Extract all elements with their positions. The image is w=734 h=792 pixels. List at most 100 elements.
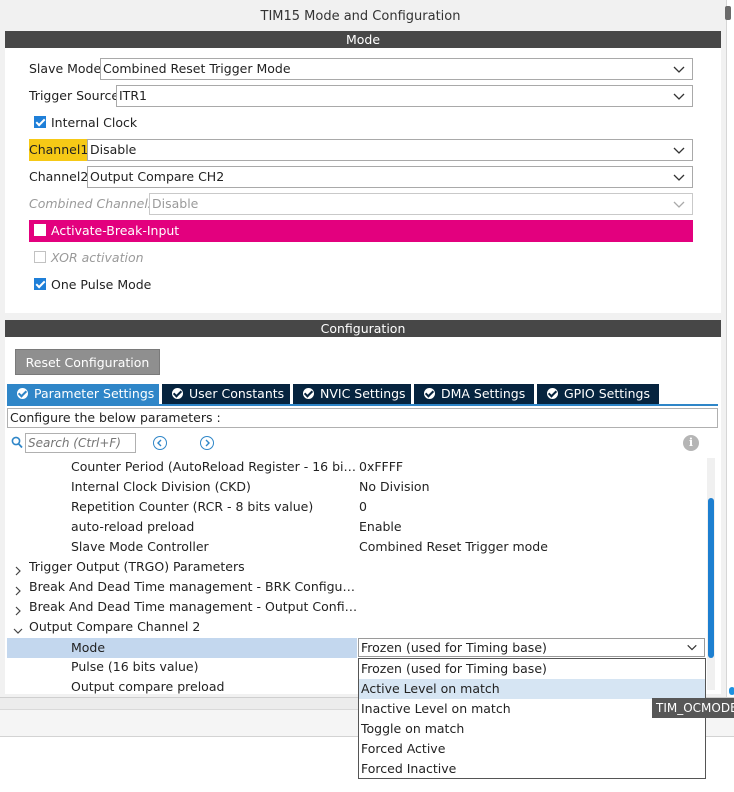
tooltip: TIM_OCMODE [652, 698, 734, 718]
trigger-source-select[interactable]: ITR1 [116, 85, 693, 107]
table-row[interactable]: Counter Period (AutoReload Register - 16… [7, 457, 707, 477]
right-edge [727, 0, 734, 697]
chevron-right-icon [13, 582, 23, 596]
trigger-source-value: ITR1 [119, 88, 147, 103]
params-scrollbar-thumb[interactable] [708, 498, 714, 658]
mode-section-header: Mode [5, 31, 721, 48]
trigger-source-label: Trigger Source [29, 88, 120, 103]
channel1-select[interactable]: Disable [87, 139, 693, 161]
combined-channels-label: Combined Channels [29, 196, 155, 211]
checkbox-unchecked-icon [34, 224, 46, 236]
group-trigger-output[interactable]: Trigger Output (TRGO) Parameters [7, 557, 707, 577]
search-icon [11, 436, 23, 449]
search-input[interactable] [25, 433, 136, 453]
slave-mode-select[interactable]: Combined Reset Trigger Mode [100, 58, 693, 80]
tab-nvic-settings[interactable]: NVIC Settings [293, 384, 411, 404]
group-label: Break And Dead Time management - Output … [29, 599, 359, 614]
chevron-down-icon [672, 143, 686, 157]
channel1-value: Disable [90, 142, 137, 157]
chevron-right-icon [13, 562, 23, 576]
checkbox-checked-icon [34, 278, 46, 290]
param-name: Repetition Counter (RCR - 8 bits value) [71, 499, 314, 514]
dropdown-option[interactable]: Forced Active [359, 739, 705, 759]
checkbox-unchecked-icon [34, 251, 46, 263]
channel1-label: Channel1 [29, 139, 90, 161]
chevron-down-icon [686, 641, 700, 655]
chevron-down-icon [13, 622, 23, 634]
table-row-selected[interactable]: Mode [7, 638, 357, 658]
param-value: 0xFFFF [359, 459, 404, 474]
chevron-down-icon [672, 62, 686, 76]
chevron-down-icon [672, 89, 686, 103]
table-row[interactable]: Repetition Counter (RCR - 8 bits value) … [7, 497, 707, 517]
info-icon[interactable]: i [683, 435, 699, 451]
one-pulse-mode-checkbox[interactable]: One Pulse Mode [34, 274, 151, 296]
scroll-indicator [729, 687, 734, 695]
tab-label: Parameter Settings [34, 386, 155, 401]
param-name: Pulse (16 bits value) [71, 659, 199, 674]
chevron-down-icon [672, 197, 686, 211]
oc-mode-select[interactable]: Frozen (used for Timing base) [358, 638, 705, 657]
configure-parameters-text: Configure the below parameters : [7, 408, 718, 428]
param-value: 0 [359, 499, 367, 514]
group-output-configuration[interactable]: Break And Dead Time management - Output … [7, 597, 707, 617]
param-value: Enable [359, 519, 402, 534]
tab-label: GPIO Settings [564, 386, 650, 401]
check-circle-icon [17, 388, 28, 399]
table-row[interactable]: Slave Mode Controller Combined Reset Tri… [7, 537, 707, 557]
oc-mode-dropdown-list: Frozen (used for Timing base) Active Lev… [358, 658, 706, 779]
tab-gpio-settings[interactable]: GPIO Settings [537, 384, 659, 404]
checkbox-checked-icon [34, 116, 46, 128]
search-next-icon[interactable] [200, 436, 214, 450]
combined-channels-value: Disable [152, 196, 199, 211]
group-label: Output Compare Channel 2 [29, 619, 201, 634]
check-circle-icon [547, 388, 558, 399]
internal-clock-checkbox[interactable]: Internal Clock [34, 112, 137, 134]
chevron-down-icon [672, 170, 686, 184]
xor-activation-label: XOR activation [51, 250, 144, 265]
param-name: Mode [71, 640, 106, 655]
tab-label: NVIC Settings [320, 386, 406, 401]
dropdown-option[interactable]: Toggle on match [359, 719, 705, 739]
search-previous-icon[interactable] [153, 436, 167, 450]
channel2-label: Channel2 [29, 169, 89, 184]
tab-parameter-settings[interactable]: Parameter Settings [7, 384, 159, 404]
tab-user-constants[interactable]: User Constants [162, 384, 290, 404]
one-pulse-mode-label: One Pulse Mode [51, 277, 152, 292]
param-name: Counter Period (AutoReload Register - 16… [71, 459, 359, 474]
activate-break-input-checkbox[interactable]: Activate-Break-Input [29, 220, 693, 242]
configuration-section-header: Configuration [5, 320, 721, 337]
group-output-compare-channel-2[interactable]: Output Compare Channel 2 [7, 617, 707, 637]
group-brk-configuration[interactable]: Break And Dead Time management - BRK Con… [7, 577, 707, 597]
param-name: auto-reload preload [71, 519, 195, 534]
tab-underline [7, 404, 718, 406]
combined-channels-select: Disable [149, 193, 693, 215]
table-row[interactable]: Internal Clock Division (CKD) No Divisio… [7, 477, 707, 497]
table-row[interactable]: Output compare preload [7, 677, 357, 694]
chevron-right-icon [13, 602, 23, 616]
reset-configuration-button[interactable]: Reset Configuration [15, 349, 160, 375]
param-name: Internal Clock Division (CKD) [71, 479, 251, 494]
dropdown-option-hovered[interactable]: Active Level on match [359, 679, 705, 699]
channel2-select[interactable]: Output Compare CH2 [87, 166, 693, 188]
table-row[interactable]: auto-reload preload Enable [7, 517, 707, 537]
group-label: Break And Dead Time management - BRK Con… [29, 579, 359, 594]
check-circle-icon [303, 388, 314, 399]
check-circle-icon [172, 388, 183, 399]
channel2-value: Output Compare CH2 [90, 169, 225, 184]
slave-mode-value: Combined Reset Trigger Mode [103, 61, 291, 76]
activate-break-input-label: Activate-Break-Input [51, 223, 180, 238]
tab-label: User Constants [189, 386, 285, 401]
dropdown-option[interactable]: Forced Inactive [359, 759, 705, 779]
outer-scrollbar-thumb[interactable] [725, 6, 731, 20]
check-circle-icon [424, 388, 435, 399]
dropdown-option[interactable]: Frozen (used for Timing base) [359, 659, 705, 679]
tab-dma-settings[interactable]: DMA Settings [414, 384, 534, 404]
param-value: No Division [359, 479, 430, 494]
window-title: TIM15 Mode and Configuration [260, 9, 461, 24]
param-name: Slave Mode Controller [71, 539, 209, 554]
internal-clock-label: Internal Clock [51, 115, 138, 130]
xor-activation-checkbox: XOR activation [34, 247, 144, 269]
oc-mode-value: Frozen (used for Timing base) [361, 640, 547, 655]
table-row[interactable]: Pulse (16 bits value) [7, 657, 357, 677]
